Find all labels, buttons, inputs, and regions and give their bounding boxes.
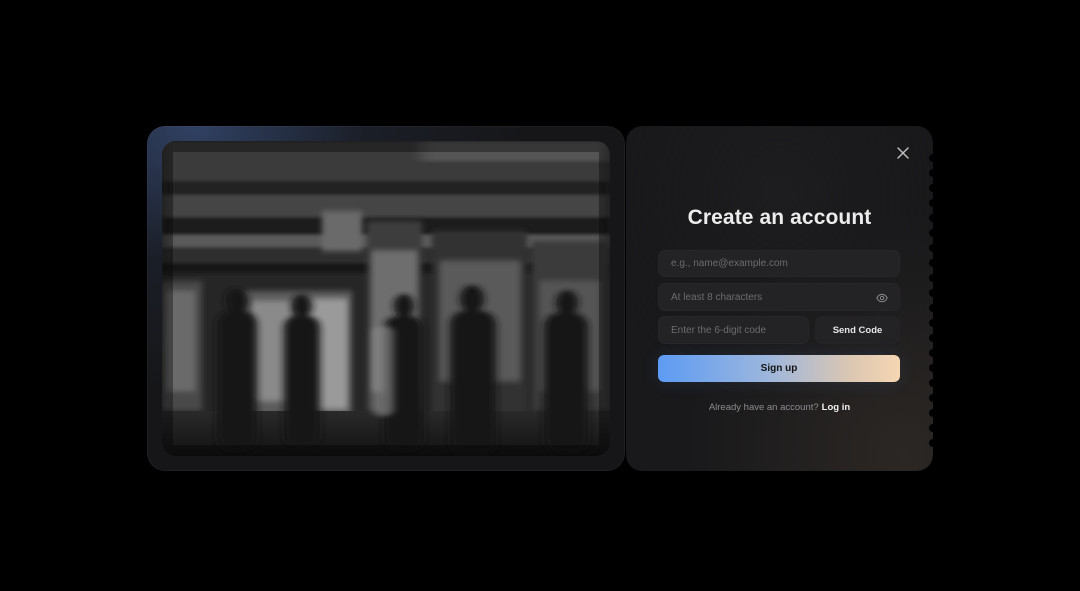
verification-code-field <box>658 316 809 344</box>
eye-icon <box>876 293 888 303</box>
email-input[interactable] <box>658 250 900 277</box>
login-prompt-text: Already have an account? <box>708 402 819 413</box>
password-input[interactable] <box>658 283 900 311</box>
close-button[interactable] <box>894 144 912 162</box>
login-link[interactable]: Log in <box>822 402 851 413</box>
password-field <box>658 283 900 311</box>
page-title: Create an account <box>687 206 872 229</box>
login-prompt: Already have an account? Log in <box>626 402 933 413</box>
sign-up-button[interactable]: Sign up <box>658 355 900 382</box>
signup-card: Create an account Send Code Sign up <box>626 126 933 471</box>
email-field <box>658 250 900 277</box>
signup-modal: Create an account Send Code Sign up <box>0 0 1080 591</box>
send-code-button[interactable]: Send Code <box>815 316 900 344</box>
password-visibility-toggle[interactable] <box>876 291 888 303</box>
verification-code-input[interactable] <box>658 316 809 344</box>
photo-card <box>147 126 625 471</box>
close-icon <box>897 147 909 159</box>
street-photo <box>162 141 610 456</box>
blurred-street-image <box>162 141 610 456</box>
